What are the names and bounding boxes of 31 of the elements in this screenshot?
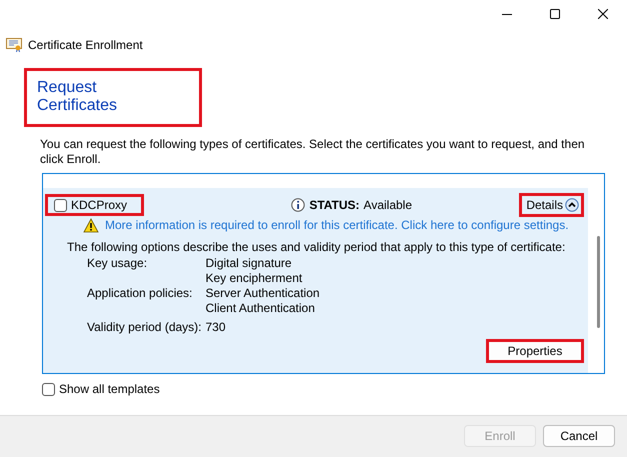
window-title: Certificate Enrollment — [28, 38, 143, 52]
close-icon[interactable] — [598, 9, 608, 19]
show-all-checkbox[interactable]: Show all templates — [42, 382, 627, 396]
option-label: Key usage: — [87, 256, 148, 271]
cancel-button[interactable]: Cancel — [543, 424, 615, 446]
checkbox[interactable] — [54, 198, 67, 212]
checkbox[interactable] — [42, 382, 55, 396]
option-label: Application policies: — [87, 286, 194, 301]
certificate-icon — [6, 38, 22, 52]
status-label: STATUS: — [309, 198, 360, 212]
option-label: Validity period (days): — [87, 320, 202, 335]
option-value: 730 — [206, 320, 227, 335]
option-value: Client Authentication — [206, 301, 316, 316]
instructions-text: You can request the following types of certificates. Select the certificates you want to request, and then click Enroll. — [40, 137, 586, 167]
properties-button[interactable]: Properties — [486, 339, 584, 363]
info-icon — [291, 198, 306, 212]
option-value: Server Authentication — [206, 286, 320, 301]
warning-icon — [83, 218, 99, 232]
option-value: Key encipherment — [206, 271, 304, 286]
status-value: Available — [364, 198, 412, 212]
configure-settings-link[interactable]: More information is required to enroll for this certificate. Click here to configure settings. — [105, 218, 569, 232]
checkbox-label: Show all templates — [59, 382, 160, 396]
chevron-up-icon — [565, 198, 579, 212]
page-heading: Request Certificates — [24, 68, 202, 127]
option-value: Digital signature — [206, 256, 293, 271]
maximize-icon[interactable] — [550, 9, 560, 19]
scrollbar[interactable] — [596, 236, 600, 328]
certificate-name: KDCProxy — [71, 198, 128, 212]
certificate-checkbox[interactable]: KDCProxy — [45, 194, 144, 216]
details-toggle[interactable]: Details — [519, 193, 584, 217]
options-intro: The following options describe the uses and validity period that apply to this type of certificate: — [67, 240, 566, 254]
